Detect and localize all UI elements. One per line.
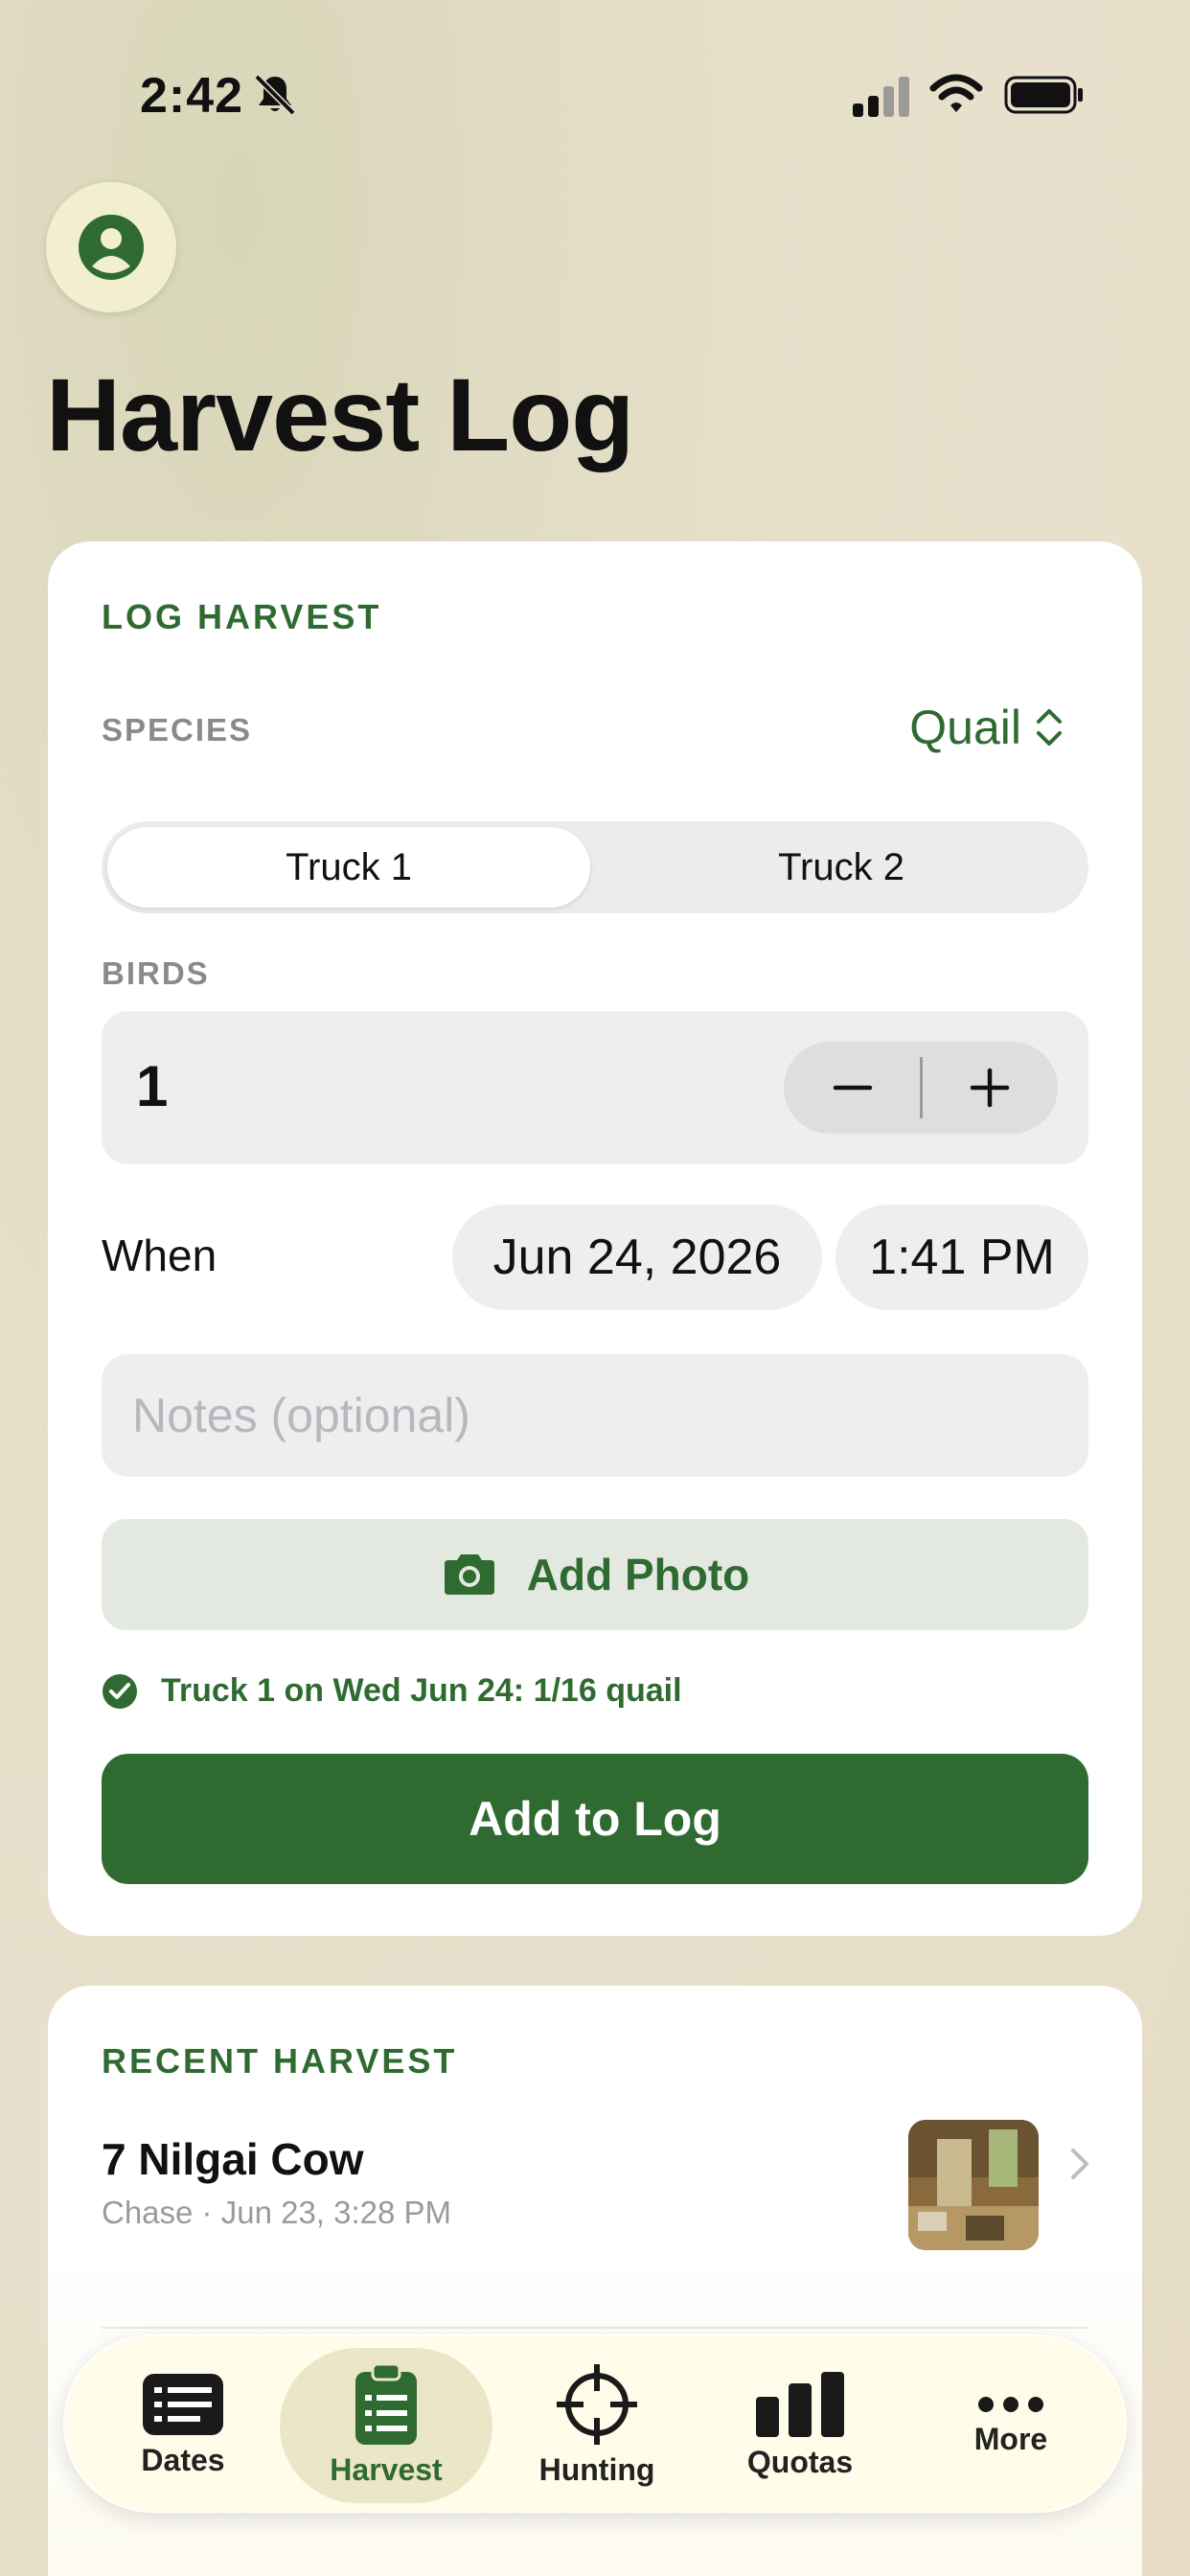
tab-harvest[interactable]: Harvest bbox=[280, 2348, 492, 2503]
ellipsis-icon bbox=[978, 2396, 1043, 2412]
tab-label: Harvest bbox=[330, 2451, 443, 2487]
clipboard-icon bbox=[355, 2363, 417, 2445]
when-label: When bbox=[102, 1230, 217, 1280]
recent-harvest-title: RECENT HARVEST bbox=[102, 2041, 458, 2081]
wifi-icon bbox=[929, 74, 983, 112]
status-time: 2:42 bbox=[140, 68, 244, 124]
crosshair-icon bbox=[557, 2363, 637, 2445]
log-harvest-title: LOG HARVEST bbox=[102, 597, 382, 636]
tab-dates[interactable]: Dates bbox=[77, 2348, 289, 2503]
bell-muted-icon bbox=[254, 74, 296, 116]
date-picker[interactable]: Jun 24, 2026 bbox=[452, 1205, 822, 1310]
species-value: Quail bbox=[909, 701, 1021, 754]
tab-more[interactable]: More bbox=[904, 2348, 1117, 2503]
log-harvest-card: LOG HARVEST SPECIES Quail Truck 1 Truck … bbox=[48, 541, 1142, 1936]
list-icon bbox=[143, 2373, 223, 2435]
battery-icon bbox=[1004, 76, 1083, 114]
stepper-controls bbox=[784, 1042, 1058, 1134]
time-picker[interactable]: 1:41 PM bbox=[835, 1205, 1088, 1310]
add-to-log-button[interactable]: Add to Log bbox=[102, 1754, 1088, 1884]
harvest-item-subtitle: Chase · Jun 23, 3:28 PM bbox=[102, 2195, 452, 2230]
tab-label: Hunting bbox=[538, 2451, 655, 2487]
segment-truck-2[interactable]: Truck 2 bbox=[600, 827, 1083, 908]
minus-icon bbox=[833, 1085, 872, 1091]
profile-button[interactable] bbox=[46, 182, 176, 312]
bar-chart-icon bbox=[756, 2371, 844, 2437]
species-picker[interactable]: Quail bbox=[909, 700, 1064, 755]
plus-icon bbox=[970, 1068, 1009, 1108]
quota-status-text: Truck 1 on Wed Jun 24: 1/16 quail bbox=[161, 1672, 682, 1709]
species-label: SPECIES bbox=[102, 712, 253, 748]
tab-bar: Dates Harvest Hunting Quotas More bbox=[63, 2334, 1127, 2513]
add-photo-button[interactable]: Add Photo bbox=[102, 1519, 1088, 1630]
status-bar: 2:42 bbox=[0, 0, 1190, 192]
add-photo-label: Add Photo bbox=[526, 1550, 750, 1599]
cellular-signal-icon bbox=[853, 77, 909, 117]
increment-button[interactable] bbox=[921, 1042, 1058, 1134]
notes-input[interactable] bbox=[102, 1354, 1088, 1477]
tab-hunting[interactable]: Hunting bbox=[491, 2348, 703, 2503]
camera-icon bbox=[444, 1554, 494, 1595]
decrement-button[interactable] bbox=[784, 1042, 921, 1134]
chevron-right-icon bbox=[1071, 2149, 1088, 2179]
checkmark-circle-icon bbox=[103, 1673, 137, 1709]
birds-stepper: 1 bbox=[102, 1011, 1088, 1164]
person-icon bbox=[79, 215, 144, 280]
page-title: Harvest Log bbox=[46, 356, 634, 472]
tab-label: Quotas bbox=[746, 2444, 854, 2479]
birds-count[interactable]: 1 bbox=[136, 1053, 168, 1119]
birds-label: BIRDS bbox=[102, 955, 210, 991]
harvest-item-name: 7 Nilgai Cow bbox=[102, 2134, 364, 2184]
quota-status: Truck 1 on Wed Jun 24: 1/16 quail bbox=[102, 1672, 682, 1710]
truck-segmented-control: Truck 1 Truck 2 bbox=[102, 821, 1088, 913]
tab-label: Dates bbox=[141, 2442, 225, 2477]
tab-label: More bbox=[973, 2421, 1048, 2456]
segment-truck-1[interactable]: Truck 1 bbox=[107, 827, 590, 908]
tab-quotas[interactable]: Quotas bbox=[694, 2348, 906, 2503]
chevron-up-down-icon bbox=[1037, 709, 1062, 746]
harvest-photo-thumbnail bbox=[908, 2120, 1039, 2250]
